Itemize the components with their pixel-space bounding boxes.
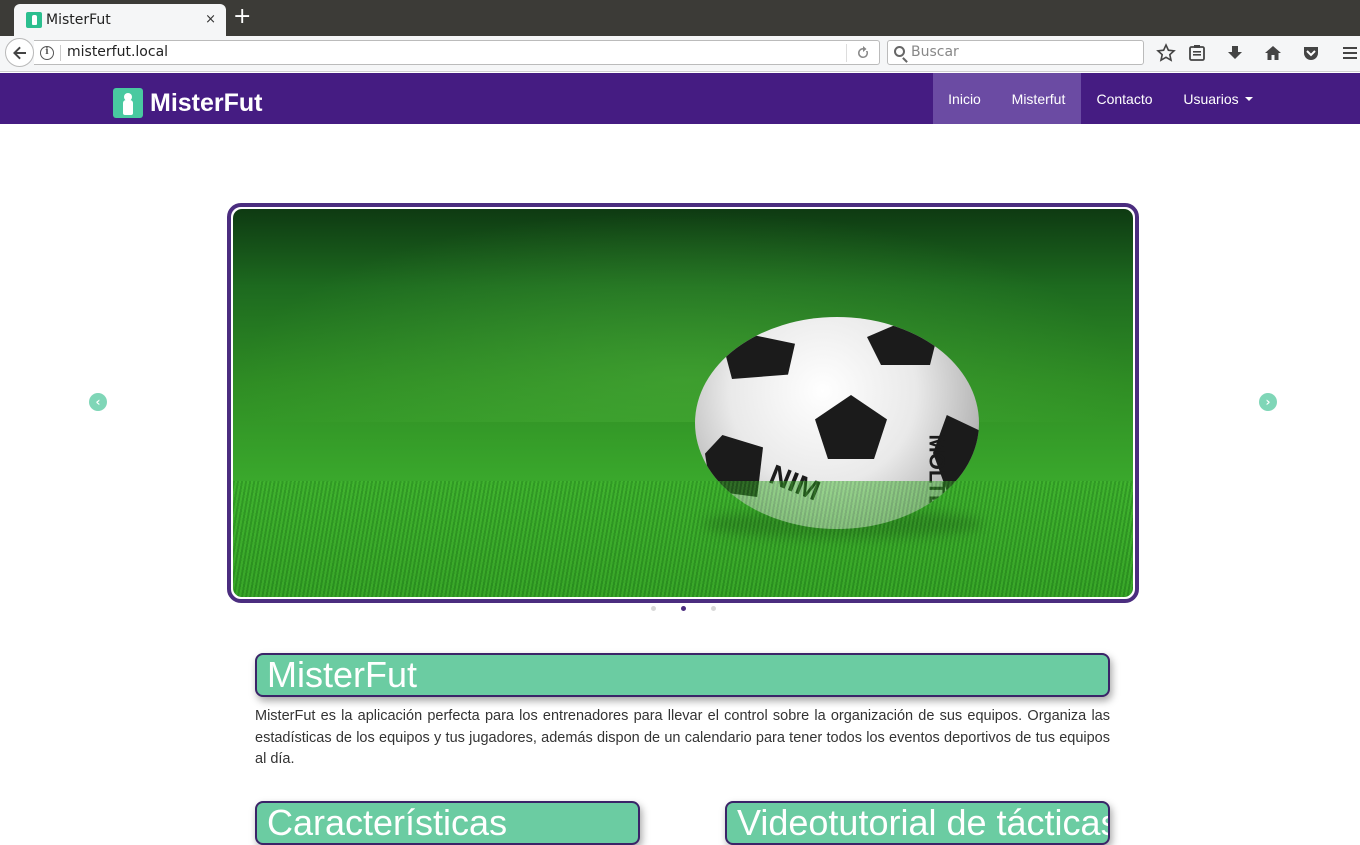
- nav-item-usuarios-label: Usuarios: [1183, 90, 1239, 107]
- nav-item-usuarios[interactable]: Usuarios: [1168, 73, 1268, 124]
- url-text[interactable]: misterfut.local: [67, 44, 168, 60]
- favicon-icon: [26, 12, 42, 28]
- grass-background: [233, 209, 1133, 423]
- tab-title: MisterFut: [46, 12, 111, 28]
- main-title: MisterFut: [255, 653, 1110, 697]
- address-bar[interactable]: i misterfut.local: [34, 40, 880, 65]
- search-bar[interactable]: Buscar: [887, 40, 1144, 65]
- brand-link[interactable]: MisterFut: [113, 88, 263, 118]
- search-placeholder: Buscar: [911, 44, 959, 60]
- carousel-next-button[interactable]: ›: [1259, 393, 1277, 411]
- carousel-indicator-1[interactable]: [651, 606, 656, 611]
- site-navbar: MisterFut Inicio Misterfut Contacto Usua…: [0, 73, 1360, 124]
- home-icon[interactable]: [1263, 43, 1283, 63]
- features-heading: Características: [255, 801, 640, 845]
- brand-logo-icon: [113, 88, 143, 118]
- close-tab-icon[interactable]: ×: [205, 12, 216, 27]
- reload-icon[interactable]: [855, 45, 871, 61]
- new-tab-button[interactable]: +: [233, 5, 251, 29]
- reading-list-icon[interactable]: [1187, 43, 1207, 63]
- intro-paragraph: MisterFut es la aplicación perfecta para…: [255, 708, 1110, 767]
- caret-down-icon: [1244, 96, 1253, 101]
- info-icon[interactable]: i: [40, 46, 54, 60]
- download-icon[interactable]: [1225, 43, 1245, 63]
- carousel-indicator-3[interactable]: [711, 606, 716, 611]
- search-icon: [894, 46, 905, 57]
- browser-toolbar: i misterfut.local Buscar: [0, 36, 1360, 72]
- nav-item-contacto[interactable]: Contacto: [1081, 73, 1168, 124]
- back-arrow-icon: [12, 46, 26, 59]
- back-button[interactable]: [5, 38, 34, 67]
- reload-separator: [846, 44, 847, 62]
- carousel-indicator-2[interactable]: [681, 606, 686, 611]
- brand-name: MisterFut: [150, 88, 263, 117]
- carousel: NIM MOLTEN: [227, 203, 1139, 603]
- star-icon[interactable]: [1156, 43, 1176, 63]
- nav-item-inicio[interactable]: Inicio: [933, 73, 996, 124]
- browser-tab-bar: MisterFut × +: [0, 0, 1360, 36]
- url-separator: [60, 45, 61, 61]
- video-tutorial-heading: Videotutorial de tácticas: [725, 801, 1110, 845]
- browser-tab[interactable]: MisterFut ×: [14, 4, 226, 36]
- grass-foreground: [233, 480, 1133, 597]
- carousel-slide-image: NIM MOLTEN: [233, 209, 1133, 597]
- carousel-prev-button[interactable]: ‹: [89, 393, 107, 411]
- nav-item-misterfut[interactable]: Misterfut: [996, 73, 1081, 124]
- pocket-icon[interactable]: [1301, 43, 1321, 63]
- menu-icon[interactable]: [1340, 43, 1360, 63]
